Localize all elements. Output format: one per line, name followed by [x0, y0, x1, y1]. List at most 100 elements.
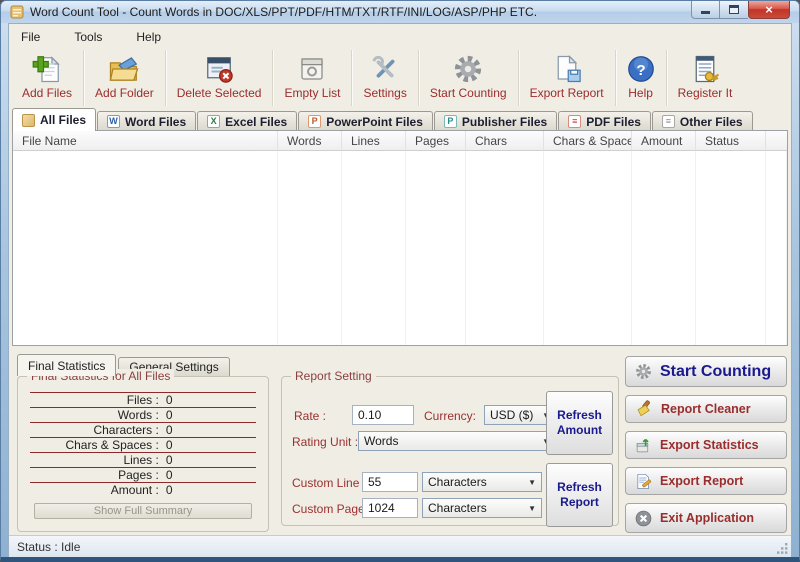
word-files-icon: W [107, 115, 120, 128]
refresh-report-button[interactable]: Refresh Report [546, 463, 613, 527]
column-chars-spaces: Chars & Spaces [544, 131, 632, 345]
tab-pdf-files[interactable]: ≡ PDF Files [558, 111, 651, 131]
menu-help[interactable]: Help [132, 28, 165, 46]
custom-page-input[interactable] [362, 498, 418, 518]
app-icon [10, 5, 24, 19]
stat-label-amount: Amount : [30, 483, 159, 497]
exit-application-label: Exit Application [660, 511, 754, 525]
menu-tools[interactable]: Tools [70, 28, 106, 46]
status-text: Status : Idle [17, 540, 80, 554]
chevron-down-icon: ▼ [522, 478, 536, 487]
stat-row-lines: Lines : 0 [30, 453, 256, 468]
minimize-icon [701, 11, 710, 14]
column-header-lines[interactable]: Lines [342, 131, 406, 151]
toolbar: Add Files Add Folder [11, 50, 789, 106]
show-full-summary-button[interactable]: Show Full Summary [34, 503, 252, 519]
report-cleaner-button[interactable]: Report Cleaner [625, 395, 787, 423]
rate-input[interactable] [352, 405, 414, 425]
close-button[interactable]: × [748, 1, 790, 19]
tab-powerpoint-files[interactable]: P PowerPoint Files [298, 111, 433, 131]
refresh-amount-button[interactable]: Refresh Amount [546, 391, 613, 455]
column-header-words[interactable]: Words [278, 131, 342, 151]
export-statistics-button[interactable]: Export Statistics [625, 431, 787, 459]
column-chars: Chars [466, 131, 544, 345]
custom-page-unit-select[interactable]: Characters ▼ [422, 498, 542, 518]
tab-word-files-label: Word Files [125, 115, 186, 129]
column-header-status[interactable]: Status [696, 131, 766, 151]
app-window: Word Count Tool - Count Words in DOC/XLS… [0, 0, 800, 562]
tab-all-files[interactable]: All Files [12, 108, 96, 131]
custom-line-unit-value: Characters [428, 475, 487, 489]
empty-list-icon [297, 53, 327, 85]
client-area: File Tools Help Add Files [8, 23, 792, 557]
maximize-icon [729, 5, 739, 14]
status-bar: Status : Idle [9, 535, 791, 557]
start-counting-toolbar-button[interactable]: Start Counting [419, 50, 519, 106]
currency-label: Currency: [424, 409, 476, 423]
settings-label: Settings [363, 86, 406, 100]
tab-word-files[interactable]: W Word Files [97, 111, 196, 131]
stat-value-amount: 0 [166, 483, 173, 497]
stat-value-files: 0 [166, 393, 173, 407]
tab-final-statistics[interactable]: Final Statistics [17, 354, 116, 376]
table-body-cell [406, 151, 466, 345]
export-report-button[interactable]: Export Report [625, 467, 787, 495]
tab-publisher-files[interactable]: P Publisher Files [434, 111, 557, 131]
help-button[interactable]: ? Help [616, 50, 667, 106]
export-statistics-label: Export Statistics [660, 438, 759, 452]
register-icon [690, 53, 720, 85]
add-folder-button[interactable]: Add Folder [84, 50, 166, 106]
gear-icon [453, 53, 483, 85]
other-files-icon: ≡ [662, 115, 675, 128]
exit-application-button[interactable]: Exit Application [625, 503, 787, 533]
excel-files-icon: X [207, 115, 220, 128]
file-type-tabs: All Files W Word Files X Excel Files P P… [12, 108, 754, 131]
custom-line-input[interactable] [362, 472, 418, 492]
menu-bar: File Tools Help [17, 26, 165, 48]
tab-excel-files[interactable]: X Excel Files [197, 111, 297, 131]
action-buttons: Start Counting Report Cleaner Export Sta… [625, 356, 787, 536]
help-label: Help [628, 86, 653, 100]
stat-label-characters: Characters : [30, 423, 159, 437]
column-header-chars-spaces[interactable]: Chars & Spaces [544, 131, 632, 151]
table-body-cell [278, 151, 342, 345]
stat-row-words: Words : 0 [30, 408, 256, 423]
table-body-cell [632, 151, 696, 345]
column-header-amount[interactable]: Amount [632, 131, 696, 151]
add-files-icon [32, 53, 62, 85]
resize-grip[interactable] [776, 542, 789, 555]
column-file-name: File Name [13, 131, 278, 345]
powerpoint-files-icon: P [308, 115, 321, 128]
empty-list-button[interactable]: Empty List [273, 50, 352, 106]
register-it-button[interactable]: Register It [667, 50, 744, 106]
file-list-table[interactable]: File Name Words Lines Pages Chars Chars … [12, 130, 788, 346]
menu-file[interactable]: File [17, 28, 44, 46]
tab-excel-files-label: Excel Files [225, 115, 287, 129]
settings-button[interactable]: Settings [352, 50, 418, 106]
title-bar[interactable]: Word Count Tool - Count Words in DOC/XLS… [1, 1, 799, 23]
stat-value-characters: 0 [166, 423, 173, 437]
maximize-button[interactable] [720, 1, 748, 19]
add-files-label: Add Files [22, 86, 72, 100]
column-header-pages[interactable]: Pages [406, 131, 466, 151]
table-body-cell [544, 151, 632, 345]
rating-unit-value: Words [364, 434, 398, 448]
column-header-file-name[interactable]: File Name [13, 131, 278, 151]
stat-label-pages: Pages : [30, 468, 159, 482]
add-files-button[interactable]: Add Files [11, 50, 84, 106]
rating-unit-select[interactable]: Words ▼ [358, 431, 556, 451]
custom-line-unit-select[interactable]: Characters ▼ [422, 472, 542, 492]
empty-list-label: Empty List [284, 86, 340, 100]
start-counting-button[interactable]: Start Counting [625, 356, 787, 387]
tab-other-files[interactable]: ≡ Other Files [652, 111, 753, 131]
table-body-cell [466, 151, 544, 345]
minimize-button[interactable] [691, 1, 720, 19]
all-files-icon [22, 114, 35, 127]
export-report-toolbar-label: Export Report [530, 86, 604, 100]
column-header-chars[interactable]: Chars [466, 131, 544, 151]
pdf-files-icon: ≡ [568, 115, 581, 128]
delete-selected-button[interactable]: Delete Selected [166, 50, 274, 106]
settings-icon [370, 53, 400, 85]
export-report-toolbar-button[interactable]: Export Report [519, 50, 616, 106]
start-counting-toolbar-label: Start Counting [430, 86, 507, 100]
